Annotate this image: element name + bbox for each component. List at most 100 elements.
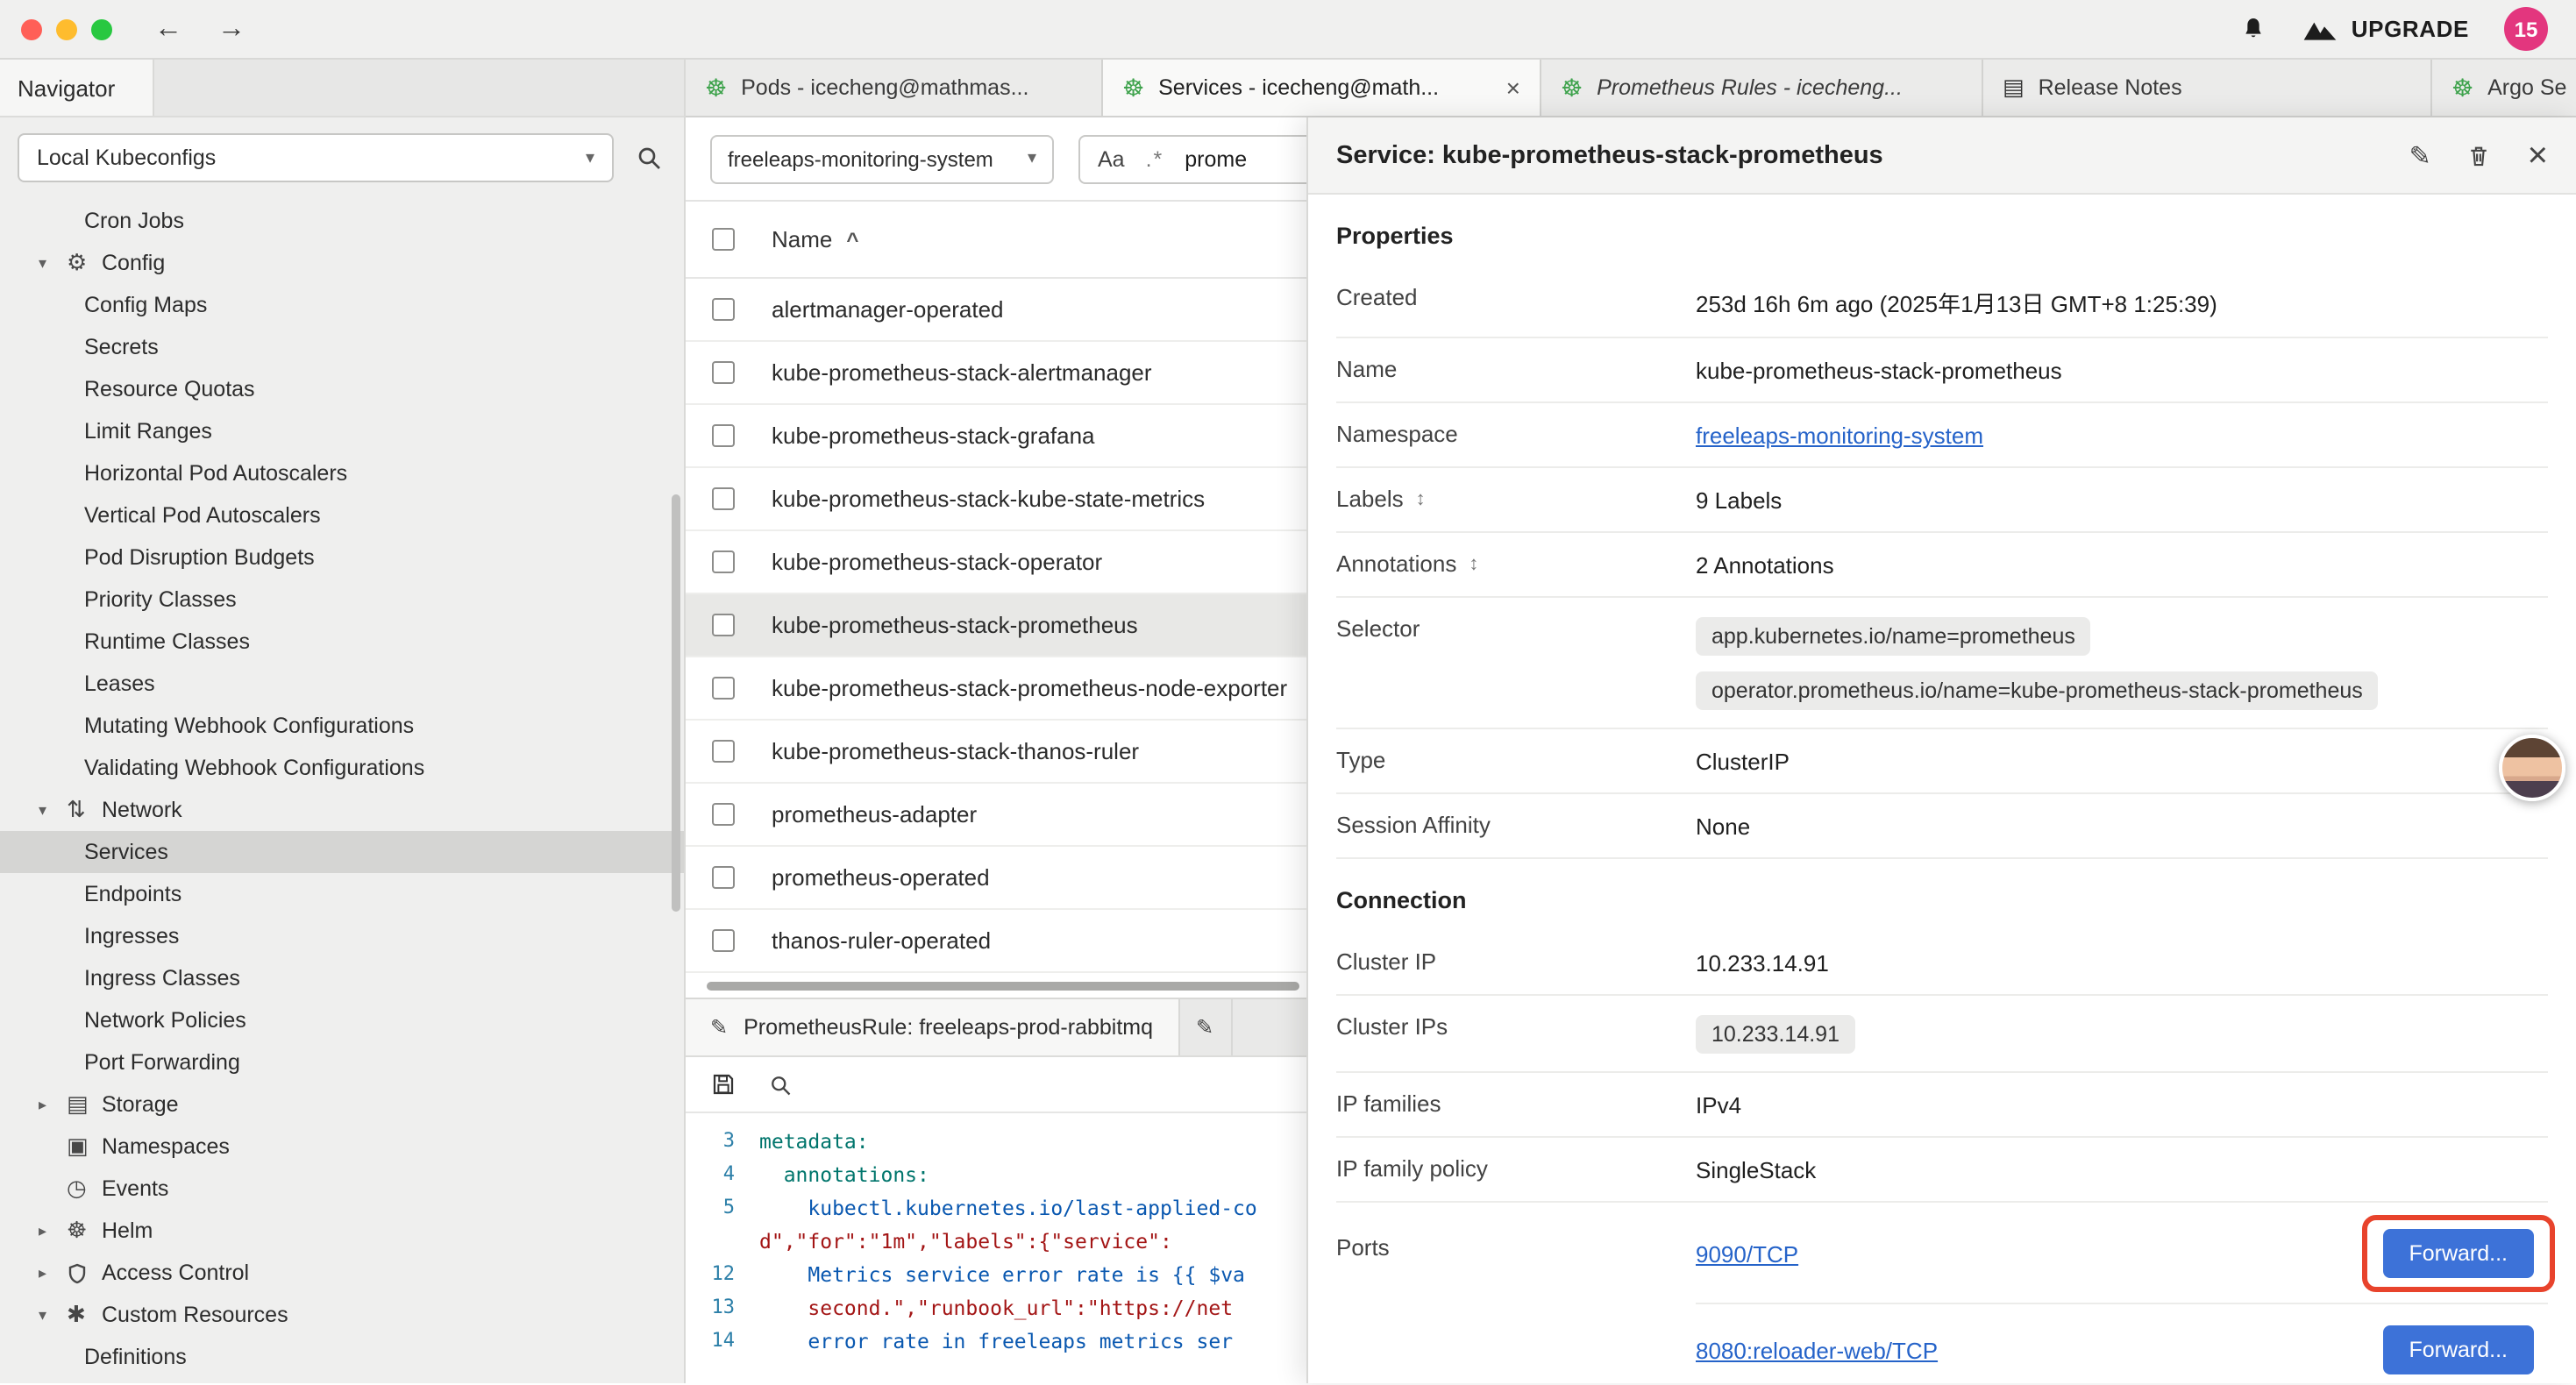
chevron-down-icon: ▾	[39, 800, 67, 820]
sidebar-item-mutating-webhook-configurations[interactable]: Mutating Webhook Configurations	[0, 705, 684, 747]
tab-bar: ☸ Pods - icecheng@mathmas... ☸ Services …	[686, 60, 2576, 117]
forward-port-button[interactable]: Forward...	[2382, 1229, 2534, 1278]
sidebar-item-namespaces[interactable]: ▣ Namespaces	[0, 1126, 684, 1168]
unfold-more-icon[interactable]: ↕	[1416, 488, 1426, 509]
kubernetes-icon: ☸	[705, 73, 727, 103]
sidebar-item-ingresses[interactable]: Ingresses	[0, 915, 684, 957]
sidebar-item-helm[interactable]: ▸ ☸ Helm	[0, 1210, 684, 1252]
select-all-checkbox[interactable]	[712, 228, 735, 251]
property-row-ip-families: IP families IPv4	[1336, 1073, 2548, 1138]
property-row-namespace: Namespace freeleaps-monitoring-system	[1336, 403, 2548, 468]
save-icon[interactable]	[710, 1071, 737, 1097]
name-column-header[interactable]: Name	[772, 226, 832, 252]
edit-pencil-icon: ✎	[710, 1015, 728, 1040]
close-drawer-icon[interactable]: ×	[2528, 138, 2548, 173]
kubernetes-icon: ☸	[2451, 73, 2473, 103]
match-case-icon[interactable]: Aa	[1098, 146, 1125, 171]
sidebar-item-resource-quotas[interactable]: Resource Quotas	[0, 368, 684, 410]
row-checkbox[interactable]	[712, 298, 735, 321]
sidebar-item-services[interactable]: Services	[0, 831, 684, 873]
sidebar-item-custom-resources[interactable]: ▾ ✱ Custom Resources	[0, 1294, 684, 1336]
row-checkbox[interactable]	[712, 487, 735, 510]
row-checkbox[interactable]	[712, 803, 735, 826]
row-checkbox[interactable]	[712, 550, 735, 573]
sidebar-item-priority-classes[interactable]: Priority Classes	[0, 579, 684, 621]
port-link-9090[interactable]: 9090/TCP	[1696, 1240, 1798, 1267]
sidebar-item-network[interactable]: ▾ ⇅ Network	[0, 789, 684, 831]
selector-badge: app.kubernetes.io/name=prometheus	[1696, 617, 2091, 656]
sidebar-item-ingress-classes[interactable]: Ingress Classes	[0, 957, 684, 999]
search-icon[interactable]	[768, 1072, 793, 1097]
sidebar-item-config[interactable]: ▾ ⚙ Config	[0, 242, 684, 284]
app-window: ← → UPGRADE 15 Navigator Local Kubeconfi…	[0, 0, 2576, 1385]
row-checkbox[interactable]	[712, 361, 735, 384]
sidebar-item-cron-jobs[interactable]: Cron Jobs	[0, 200, 684, 242]
upgrade-button[interactable]: UPGRADE	[2302, 16, 2469, 42]
forward-icon[interactable]: →	[217, 13, 246, 45]
sidebar-item-endpoints[interactable]: Endpoints	[0, 873, 684, 915]
tab-pods[interactable]: ☸ Pods - icecheng@mathmas...	[686, 60, 1103, 116]
port-link-8080-reloader-web[interactable]: 8080:reloader-web/TCP	[1696, 1337, 1938, 1363]
minimize-window-button[interactable]	[56, 18, 77, 39]
edit-pencil-icon[interactable]: ✎	[2409, 139, 2430, 171]
sort-ascending-icon[interactable]: ^	[846, 227, 858, 252]
sidebar-item-runtime-classes[interactable]: Runtime Classes	[0, 621, 684, 663]
sidebar-item-definitions[interactable]: Definitions	[0, 1336, 684, 1378]
row-checkbox[interactable]	[712, 929, 735, 952]
close-tab-icon[interactable]: ×	[1506, 74, 1520, 102]
row-checkbox[interactable]	[712, 677, 735, 700]
forward-port-button[interactable]: Forward...	[2382, 1325, 2534, 1374]
namespace-filter-select[interactable]: freeleaps-monitoring-system ▾	[710, 134, 1054, 183]
kubeconfig-selector[interactable]: Local Kubeconfigs ▾	[18, 133, 614, 182]
notification-count-badge[interactable]: 15	[2504, 7, 2548, 51]
row-checkbox[interactable]	[712, 424, 735, 447]
navigator-sidebar: Navigator Local Kubeconfigs ▾ Cron Jobs …	[0, 60, 686, 1383]
horizontal-scrollbar[interactable]	[707, 981, 1299, 990]
zoom-window-button[interactable]	[91, 18, 112, 39]
sidebar-item-pod-disruption-budgets[interactable]: Pod Disruption Budgets	[0, 536, 684, 579]
row-checkbox[interactable]	[712, 866, 735, 889]
sidebar-item-limit-ranges[interactable]: Limit Ranges	[0, 410, 684, 452]
dock-tab-prometheusrule[interactable]: ✎ PrometheusRule: freeleaps-prod-rabbitm…	[686, 999, 1179, 1055]
sidebar-item-storage[interactable]: ▸ ▤ Storage	[0, 1083, 684, 1126]
property-row-ports: Ports 9090/TCP Forward...	[1336, 1203, 2548, 1383]
tab-release-notes[interactable]: ▤ Release Notes	[1983, 60, 2432, 116]
dock-tab-partial[interactable]: ✎	[1179, 999, 1232, 1055]
sidebar-item-config-maps[interactable]: Config Maps	[0, 284, 684, 326]
sidebar-item-events[interactable]: ◷ Events	[0, 1168, 684, 1210]
property-row-ip-family-policy: IP family policy SingleStack	[1336, 1138, 2548, 1203]
regex-icon[interactable]: .*	[1146, 146, 1164, 171]
sidebar-item-vertical-pod-autoscalers[interactable]: Vertical Pod Autoscalers	[0, 494, 684, 536]
property-row-annotations: Annotations ↕ 2 Annotations	[1336, 533, 2548, 598]
sidebar-item-port-forwarding[interactable]: Port Forwarding	[0, 1041, 684, 1083]
kubernetes-icon: ☸	[1561, 73, 1583, 103]
release-notes-icon: ▤	[2003, 74, 2025, 102]
notifications-bell-icon[interactable]	[2239, 14, 2267, 44]
code-line: error rate in freeleaps metrics ser	[759, 1328, 1233, 1353]
back-icon[interactable]: ←	[154, 13, 182, 45]
line-number: 5	[686, 1196, 759, 1218]
navigator-tab[interactable]: Navigator	[0, 60, 154, 116]
row-checkbox[interactable]	[712, 740, 735, 763]
chevron-down-icon: ▾	[39, 253, 67, 273]
tab-services[interactable]: ☸ Services - icecheng@math... ×	[1103, 60, 1541, 116]
sidebar-item-validating-webhook-configurations[interactable]: Validating Webhook Configurations	[0, 747, 684, 789]
unfold-more-icon[interactable]: ↕	[1469, 553, 1478, 574]
trash-icon[interactable]	[2466, 141, 2493, 169]
sidebar-item-access-control[interactable]: ▸ Access Control	[0, 1252, 684, 1294]
row-checkbox[interactable]	[712, 614, 735, 636]
close-window-button[interactable]	[21, 18, 42, 39]
code-line: second.","runbook_url":"https://net	[759, 1295, 1233, 1319]
user-avatar[interactable]	[2499, 735, 2565, 801]
sidebar-scrollbar[interactable]	[672, 494, 680, 912]
sidebar-item-network-policies[interactable]: Network Policies	[0, 999, 684, 1041]
namespace-link[interactable]: freeleaps-monitoring-system	[1696, 423, 1983, 449]
sidebar-item-horizontal-pod-autoscalers[interactable]: Horizontal Pod Autoscalers	[0, 452, 684, 494]
tab-argo[interactable]: ☸ Argo Se	[2432, 60, 2576, 116]
line-number: 4	[686, 1162, 759, 1185]
sidebar-item-leases[interactable]: Leases	[0, 663, 684, 705]
code-line: kubectl.kubernetes.io/last-applied-co	[759, 1195, 1257, 1219]
search-icon[interactable]	[635, 144, 663, 172]
tab-prometheus-rules[interactable]: ☸ Prometheus Rules - icecheng...	[1541, 60, 1983, 116]
sidebar-item-secrets[interactable]: Secrets	[0, 326, 684, 368]
